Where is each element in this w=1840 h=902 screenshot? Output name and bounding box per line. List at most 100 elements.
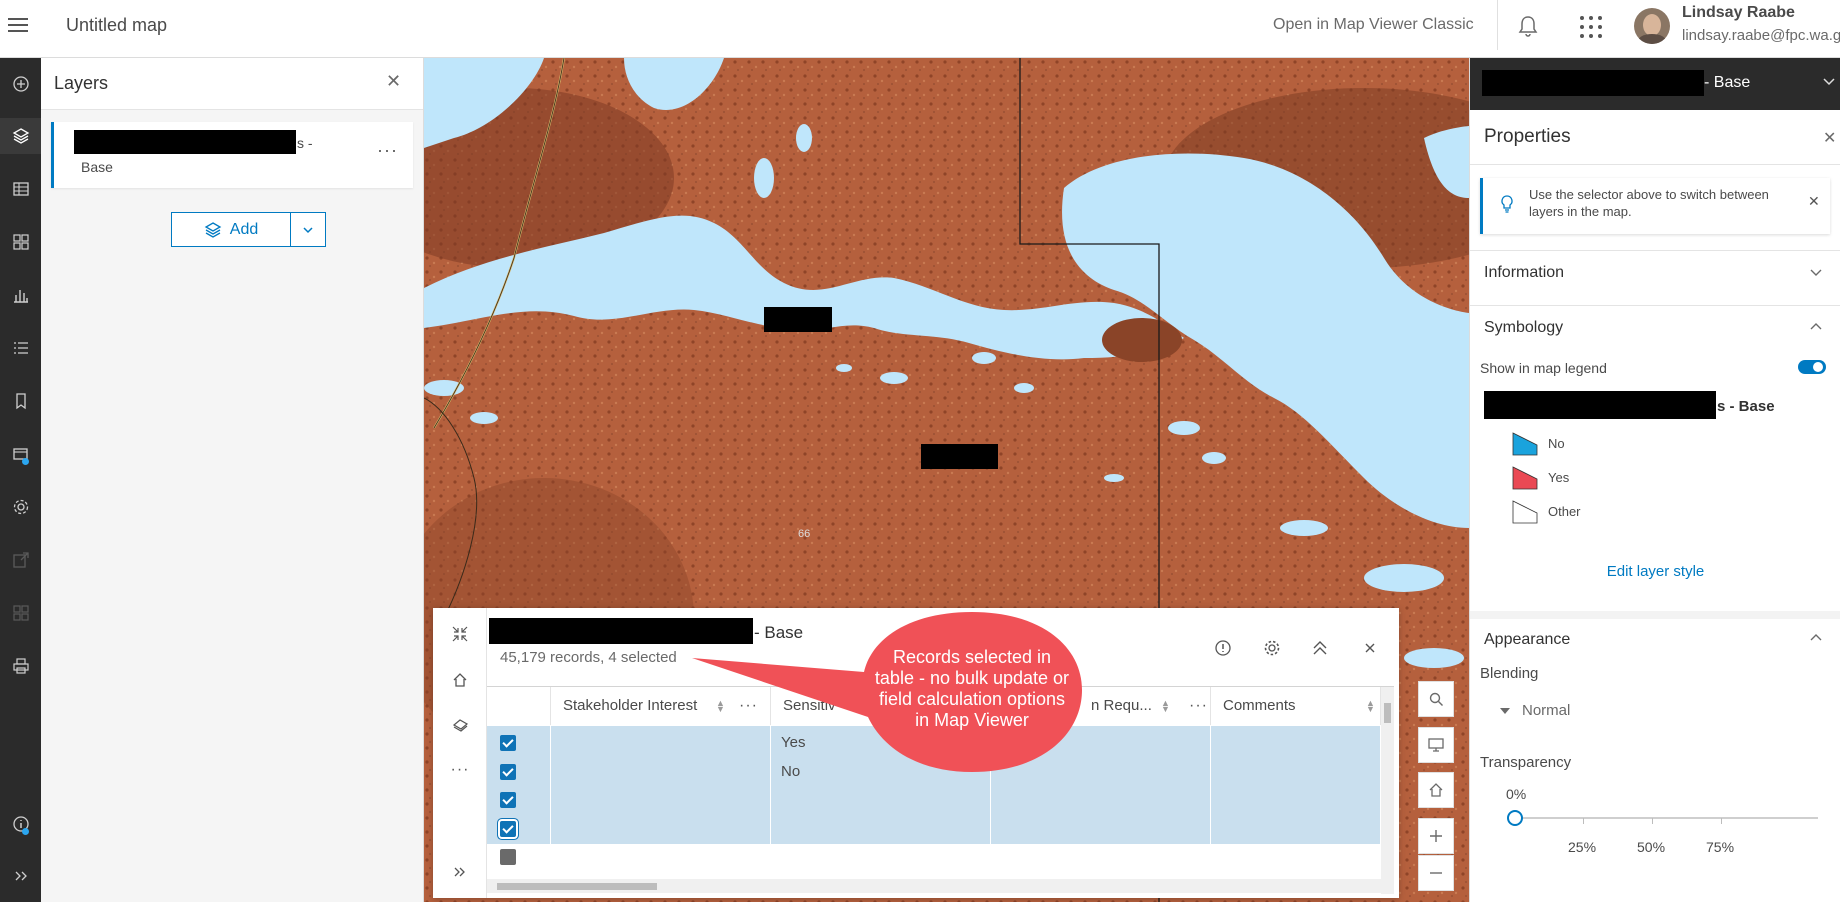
clear-selection-icon[interactable] bbox=[433, 705, 487, 745]
expand-icon[interactable] bbox=[0, 858, 41, 894]
slider-tick-mark bbox=[1583, 818, 1584, 824]
sketch-icon[interactable] bbox=[0, 436, 41, 472]
section-label: Symbology bbox=[1484, 319, 1564, 336]
transparency-slider-track[interactable] bbox=[1514, 817, 1818, 819]
display-icon[interactable] bbox=[1418, 727, 1454, 763]
legend-icon[interactable] bbox=[0, 330, 41, 366]
section-information[interactable]: Information bbox=[1470, 250, 1840, 296]
add-icon[interactable] bbox=[0, 66, 41, 102]
row-checkbox[interactable] bbox=[500, 735, 516, 751]
row-select-cell bbox=[487, 840, 551, 873]
tip-notice: Use the selector above to switch between… bbox=[1480, 178, 1830, 234]
symbology-layer-suffix: s - Base bbox=[1717, 398, 1775, 415]
lightbulb-icon bbox=[1501, 195, 1513, 213]
edit-layer-style-link[interactable]: Edit layer style bbox=[1470, 563, 1840, 580]
caret-down-icon bbox=[1500, 708, 1510, 714]
collapse-arrows-icon[interactable] bbox=[433, 614, 487, 654]
redacted-layer-name bbox=[1484, 391, 1716, 419]
row-checkbox[interactable] bbox=[500, 849, 516, 865]
open-classic-link[interactable]: Open in Map Viewer Classic bbox=[1273, 16, 1474, 34]
section-label: Information bbox=[1484, 264, 1565, 281]
column-header-label: Comments bbox=[1223, 697, 1296, 714]
close-icon[interactable]: ✕ bbox=[1823, 128, 1836, 148]
add-layer-group: Add bbox=[171, 212, 326, 247]
layers-icon[interactable] bbox=[0, 118, 41, 154]
row-checkbox[interactable] bbox=[500, 763, 516, 780]
sort-icon[interactable]: ▲ ▼ bbox=[1161, 699, 1170, 714]
layer-list-item[interactable]: s - Base ··· bbox=[51, 122, 413, 188]
header-divider bbox=[1497, 0, 1498, 50]
chevron-double-up-icon[interactable] bbox=[1308, 636, 1332, 660]
table-cell[interactable] bbox=[991, 840, 1211, 873]
show-legend-toggle[interactable] bbox=[1798, 360, 1826, 374]
table-side-toolbar: ··· bbox=[433, 608, 487, 898]
annotation-callout: Records selected in table - no bulk upda… bbox=[692, 612, 1092, 772]
info-icon[interactable] bbox=[0, 806, 41, 842]
redacted-label bbox=[921, 444, 998, 469]
add-layer-dropdown[interactable] bbox=[291, 212, 326, 247]
redacted-label bbox=[764, 307, 832, 332]
blending-select[interactable]: Normal bbox=[1492, 698, 1692, 726]
layers-add-icon bbox=[204, 221, 222, 238]
more-options-icon[interactable]: ··· bbox=[1189, 687, 1208, 725]
legend-label: No bbox=[1548, 436, 1565, 451]
close-icon[interactable]: ✕ bbox=[386, 71, 401, 92]
zoom-in-icon[interactable] bbox=[1418, 818, 1454, 854]
grid-icon bbox=[0, 595, 41, 631]
bookmarks-icon[interactable] bbox=[0, 383, 41, 419]
search-icon[interactable] bbox=[1418, 681, 1454, 717]
divider bbox=[1470, 164, 1840, 165]
gear-icon[interactable] bbox=[1260, 636, 1284, 660]
home-icon[interactable] bbox=[1418, 772, 1454, 808]
row-checkbox[interactable] bbox=[500, 792, 516, 808]
sort-icon[interactable]: ▲ ▼ bbox=[1366, 699, 1375, 714]
menu-icon[interactable] bbox=[6, 14, 30, 38]
app-launcher-icon[interactable] bbox=[1578, 14, 1604, 40]
info-icon[interactable] bbox=[1211, 636, 1235, 660]
legend-swatch bbox=[1512, 466, 1538, 490]
layers-header: Layers ✕ bbox=[41, 58, 423, 110]
chevron-down-icon bbox=[1810, 269, 1822, 276]
avatar[interactable] bbox=[1634, 8, 1670, 44]
blending-value: Normal bbox=[1522, 702, 1571, 719]
zoom-out-icon[interactable] bbox=[1418, 855, 1454, 891]
more-options-icon[interactable]: ··· bbox=[377, 140, 398, 161]
transparency-slider-handle[interactable] bbox=[1507, 810, 1523, 826]
more-options-icon[interactable]: ··· bbox=[433, 750, 487, 790]
add-layer-label: Add bbox=[229, 220, 259, 238]
share-icon bbox=[0, 542, 41, 578]
slider-tick-mark bbox=[1721, 818, 1722, 824]
expand-icon[interactable] bbox=[433, 852, 487, 892]
layers-title: Layers bbox=[54, 73, 109, 93]
table-row[interactable] bbox=[487, 840, 1381, 873]
properties-title: Properties bbox=[1484, 126, 1571, 147]
row-checkbox[interactable] bbox=[500, 820, 516, 837]
add-layer-button[interactable]: Add bbox=[171, 212, 291, 247]
table-icon[interactable] bbox=[0, 171, 41, 207]
chevron-up-icon bbox=[1810, 634, 1822, 641]
horizontal-scrollbar[interactable] bbox=[487, 879, 1381, 893]
layer-selector[interactable]: - Base bbox=[1470, 58, 1840, 110]
column-header[interactable]: Comments ▲ ▼ bbox=[1211, 687, 1381, 725]
close-icon[interactable] bbox=[1358, 636, 1382, 660]
slider-tick-label: 75% bbox=[1706, 839, 1735, 855]
close-icon[interactable]: ✕ bbox=[1808, 193, 1820, 210]
table-cell[interactable] bbox=[771, 840, 991, 873]
legend-label: Yes bbox=[1548, 470, 1570, 485]
section-appearance[interactable]: Appearance bbox=[1470, 611, 1840, 663]
layer-selector-suffix: - Base bbox=[1704, 74, 1751, 91]
vertical-scrollbar[interactable] bbox=[1381, 687, 1394, 894]
notifications-icon[interactable] bbox=[1514, 12, 1542, 40]
section-symbology[interactable]: Symbology bbox=[1470, 305, 1840, 351]
home-icon[interactable] bbox=[433, 660, 487, 700]
table-cell[interactable] bbox=[551, 840, 771, 873]
chevron-down-icon bbox=[1823, 78, 1835, 86]
table-cell[interactable] bbox=[1211, 840, 1381, 873]
print-icon[interactable] bbox=[0, 648, 41, 684]
column-header-label: Stakeholder Interest bbox=[563, 697, 698, 714]
road-label: 66 bbox=[798, 528, 811, 540]
basemap-icon[interactable] bbox=[0, 224, 41, 260]
settings-icon[interactable] bbox=[0, 489, 41, 525]
charts-icon[interactable] bbox=[0, 277, 41, 313]
transparency-label: Transparency bbox=[1480, 754, 1572, 771]
